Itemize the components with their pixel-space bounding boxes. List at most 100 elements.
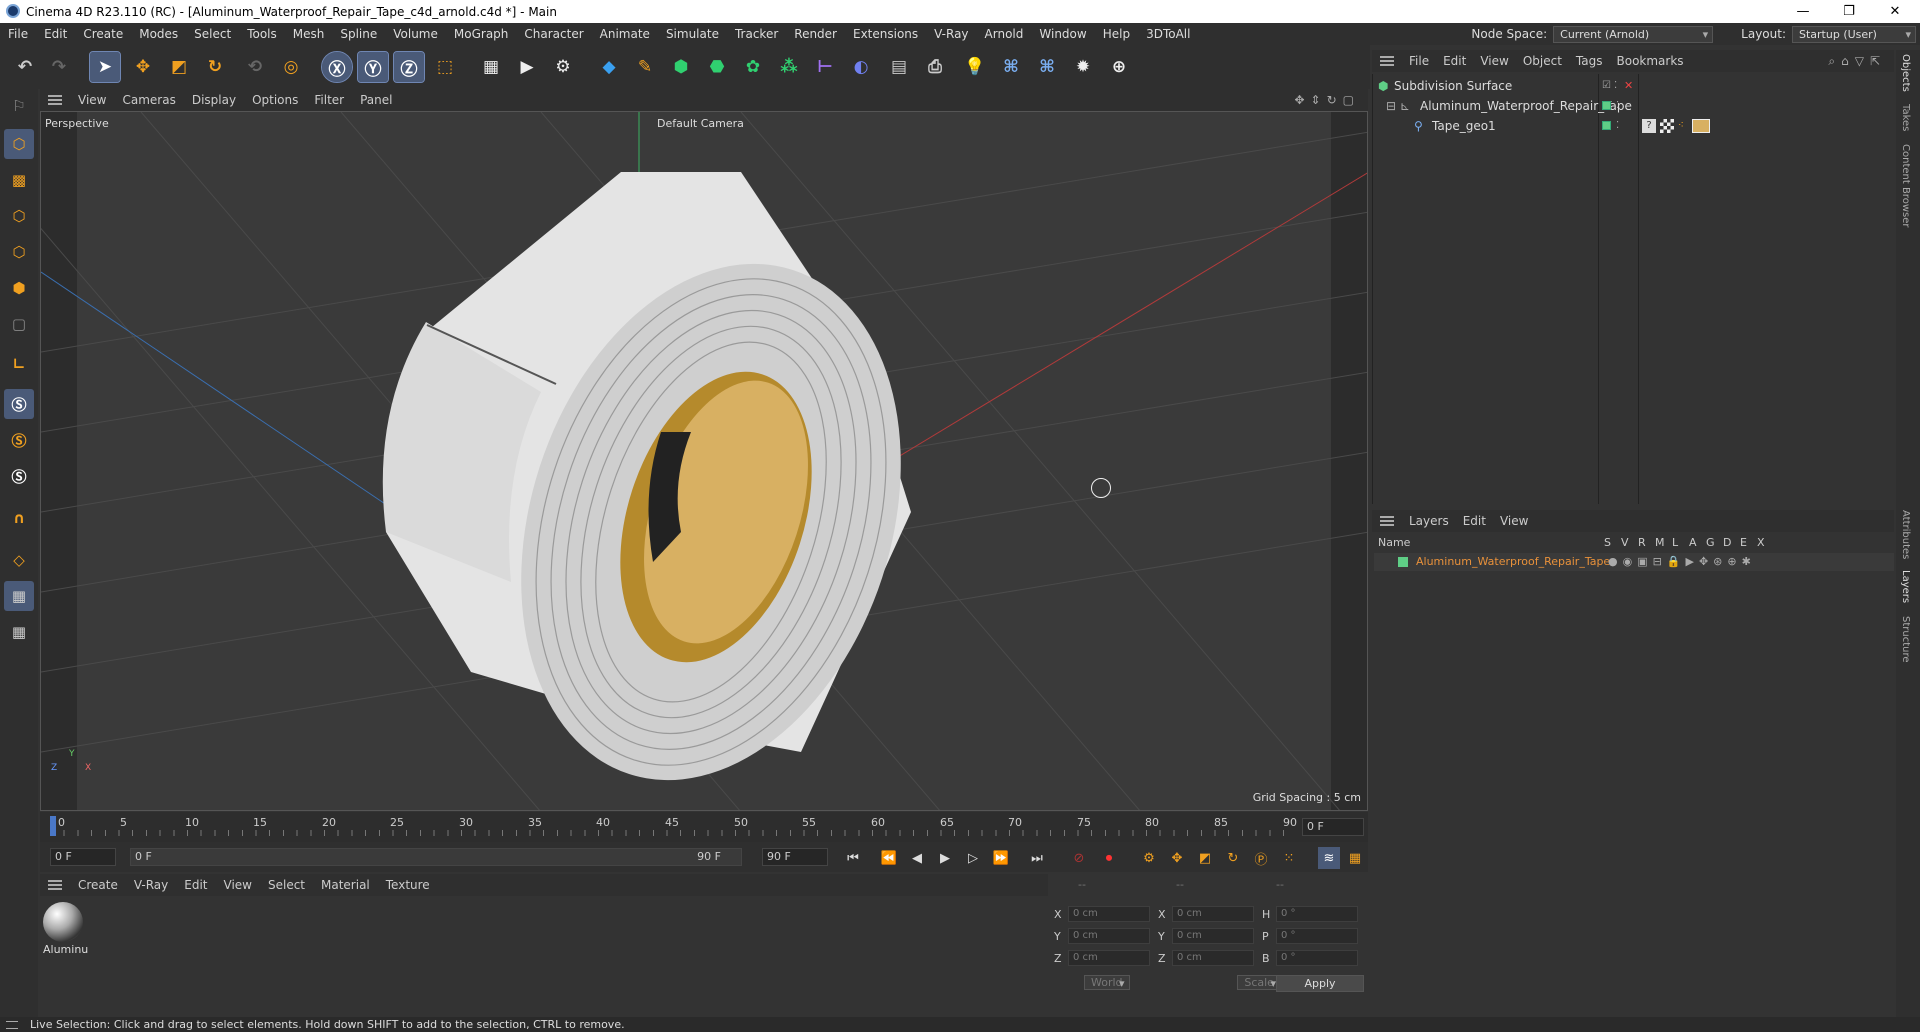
size-z-field[interactable]: 0 cm — [1172, 950, 1254, 966]
light-icon[interactable]: 💡 — [960, 52, 990, 82]
material-menu-edit[interactable]: Edit — [176, 878, 215, 892]
layer-color-icon[interactable] — [1602, 101, 1611, 110]
position-z-field[interactable]: 0 cm — [1068, 950, 1150, 966]
locked-workplane-icon[interactable]: ▦ — [4, 617, 34, 647]
menu-tools[interactable]: Tools — [239, 23, 285, 45]
menu-simulate[interactable]: Simulate — [658, 23, 727, 45]
objects-menu-bookmarks[interactable]: Bookmarks — [1610, 54, 1691, 68]
current-frame-field[interactable]: 0 F — [1302, 818, 1364, 836]
apply-button[interactable]: Apply — [1276, 975, 1364, 992]
viewport-3d[interactable]: Perspective Default Camera Grid Spacing … — [40, 111, 1368, 811]
timeline-ruler[interactable]: 0 5 10 15 20 25 30 35 40 45 50 55 60 65 … — [40, 812, 1368, 842]
maximize-button[interactable]: ❐ — [1826, 0, 1872, 23]
texture-mode-icon[interactable]: ▩ — [4, 165, 34, 195]
size-x-field[interactable]: 0 cm — [1172, 906, 1254, 922]
menu-animate[interactable]: Animate — [592, 23, 658, 45]
layers-menu-edit[interactable]: Edit — [1456, 514, 1493, 528]
menu-create[interactable]: Create — [75, 23, 131, 45]
move-icon[interactable]: ✥ — [128, 52, 158, 82]
key-rotation-icon[interactable]: ↻ — [1222, 847, 1244, 869]
material-swatch[interactable]: Aluminu — [43, 902, 88, 960]
redo-icon[interactable]: ↷ — [44, 52, 74, 82]
make-editable-icon[interactable]: ⚐ — [4, 91, 34, 121]
time-cursor[interactable] — [50, 816, 56, 836]
recent-tool-icon[interactable]: ⟲ — [240, 52, 270, 82]
layer-color-icon[interactable] — [1398, 557, 1408, 567]
objects-menu-file[interactable]: File — [1402, 54, 1436, 68]
globe-icon[interactable]: ⊕ — [1104, 52, 1134, 82]
keyframe-selection-icon[interactable]: ⚙ — [1138, 847, 1160, 869]
menu-extensions[interactable]: Extensions — [845, 23, 926, 45]
layers-hamburger-icon[interactable] — [1380, 516, 1394, 526]
key-position-icon[interactable]: ✥ — [1166, 847, 1188, 869]
objects-hamburger-icon[interactable] — [1380, 56, 1394, 66]
motion-curve-icon[interactable]: ≋ — [1318, 847, 1340, 869]
tab-layers[interactable]: Layers — [1900, 570, 1911, 603]
end-frame-field[interactable]: 90 F — [762, 848, 828, 866]
edit-check-icon[interactable]: ☑ — [1602, 77, 1611, 95]
rotation-h-field[interactable]: 0 ° — [1276, 906, 1358, 922]
position-y-field[interactable]: 0 cm — [1068, 928, 1150, 944]
scale-icon[interactable]: ◩ — [164, 52, 194, 82]
objects-menu-edit[interactable]: Edit — [1436, 54, 1473, 68]
frame-range-slider[interactable]: 0 F 90 F — [130, 848, 742, 866]
object-row[interactable]: ⬢ Subdivision Surface ☑ ⁚ ✕ — [1374, 77, 1894, 95]
points-mode-icon[interactable]: ⬡ — [4, 201, 34, 231]
menu-modes[interactable]: Modes — [131, 23, 186, 45]
menu-tracker[interactable]: Tracker — [727, 23, 786, 45]
timeline-window-icon[interactable]: ▦ — [1344, 847, 1366, 869]
edges-mode-icon[interactable]: ⬡ — [4, 237, 34, 267]
menu-3dtoall[interactable]: 3DToAll — [1138, 23, 1198, 45]
close-button[interactable]: ✕ — [1872, 0, 1918, 23]
grid-icon[interactable]: ▦ — [4, 581, 34, 611]
subdivision-icon[interactable]: ⬢ — [666, 52, 696, 82]
minimize-button[interactable]: — — [1780, 0, 1826, 23]
tab-attributes[interactable]: Attributes — [1900, 510, 1911, 559]
z-axis-lock-icon[interactable]: Ⓩ — [393, 51, 425, 83]
python-icon[interactable]: ⌘ — [996, 52, 1026, 82]
next-key-icon[interactable]: ⏩ — [990, 847, 1012, 869]
size-y-field[interactable]: 0 cm — [1172, 928, 1254, 944]
autokey-icon[interactable]: ⏺ — [1098, 847, 1120, 869]
live-selection-icon[interactable]: ➤ — [89, 51, 121, 83]
python-generator-icon[interactable]: ⌘ — [1032, 52, 1062, 82]
visibility-dots-icon[interactable]: ⁚ — [1614, 77, 1617, 95]
snap-settings-icon[interactable]: Ⓢ — [4, 425, 34, 455]
material-menu-view[interactable]: View — [216, 878, 260, 892]
camera-icon[interactable]: ⎙ — [920, 52, 950, 82]
layer-flag-icons[interactable]: ●◉▣⊟🔒▶✥⊛⊕✱ — [1608, 553, 1756, 571]
objects-menu-object[interactable]: Object — [1516, 54, 1569, 68]
size-mode-dropdown[interactable]: Scale — [1237, 975, 1281, 990]
previous-key-icon[interactable]: ⏪ — [878, 847, 900, 869]
render-view-icon[interactable]: ▦ — [476, 52, 506, 82]
disabled-x-icon[interactable]: ✕ — [1624, 77, 1633, 95]
x-axis-lock-icon[interactable]: Ⓧ — [321, 51, 353, 83]
snap-s-icon[interactable]: Ⓢ — [4, 389, 34, 419]
viewport-menu-options[interactable]: Options — [244, 93, 306, 107]
coord-system-dropdown[interactable]: World — [1084, 975, 1130, 990]
record-disabled-icon[interactable]: ⊘ — [1068, 847, 1090, 869]
tree-expand-icon[interactable]: ⊟ — [1386, 97, 1396, 115]
next-frame-icon[interactable]: ▷ — [962, 847, 984, 869]
uv-mode-icon[interactable]: ▢ — [4, 309, 34, 339]
rotate-icon[interactable]: ↻ — [200, 52, 230, 82]
extrude-icon[interactable]: ⬣ — [702, 52, 732, 82]
mograph-icon[interactable]: ⁂ — [774, 52, 804, 82]
menu-spline[interactable]: Spline — [332, 23, 385, 45]
tab-takes[interactable]: Takes — [1900, 104, 1911, 131]
rotation-p-field[interactable]: 0 ° — [1276, 928, 1358, 944]
tab-content-browser[interactable]: Content Browser — [1900, 144, 1911, 227]
coordinate-system-icon[interactable]: ⬚ — [430, 52, 460, 82]
y-axis-lock-icon[interactable]: Ⓨ — [357, 51, 389, 83]
layout-dropdown[interactable]: Startup (User) — [1792, 25, 1916, 43]
menu-volume[interactable]: Volume — [385, 23, 446, 45]
magnet-icon[interactable]: ∩ — [4, 503, 34, 533]
objects-menu-view[interactable]: View — [1473, 54, 1515, 68]
menu-file[interactable]: File — [0, 23, 36, 45]
status-menu-icon[interactable] — [6, 1021, 18, 1029]
tag-material-icon[interactable] — [1692, 119, 1710, 133]
object-name[interactable]: Subdivision Surface — [1394, 77, 1512, 95]
menu-edit[interactable]: Edit — [36, 23, 75, 45]
menu-window[interactable]: Window — [1031, 23, 1094, 45]
play-icon[interactable]: ▶ — [934, 847, 956, 869]
